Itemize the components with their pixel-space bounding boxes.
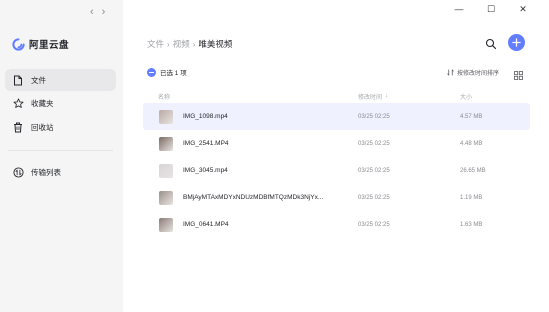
file-name-cell: IMG_1098.mp4	[143, 109, 358, 124]
breadcrumb-item-videos[interactable]: 视频	[173, 38, 190, 50]
file-name: BMjAyMTAxMDYxNDUzMDBfMTQzMDk3NjYx...	[183, 194, 324, 201]
maximize-button[interactable]: ☐	[475, 3, 507, 15]
search-icon	[485, 38, 497, 50]
minimize-button[interactable]: —	[443, 3, 475, 15]
back-arrow-icon[interactable]: ‹	[90, 6, 94, 18]
star-icon	[12, 98, 24, 110]
sidebar-nav: 文件 收藏夹 回收站 传输列表	[5, 69, 116, 185]
transfer-icon	[12, 166, 24, 178]
table-row[interactable]: IMG_1098.mp4 03/25 02:25 4.57 MB	[143, 103, 530, 130]
plus-icon	[512, 38, 521, 47]
breadcrumb-separator: ›	[192, 39, 196, 49]
app-name: 阿里云盘	[29, 40, 70, 51]
table-row[interactable]: IMG_0641.MP4 03/25 02:25 1.63 MB	[143, 211, 530, 238]
file-name: IMG_3045.mp4	[183, 167, 228, 174]
aliyun-drive-logo-icon	[12, 37, 25, 51]
file-name-cell: BMjAyMTAxMDYxNDUzMDBfMTQzMDk3NjYx...	[143, 190, 358, 205]
file-size: 26.65 MB	[460, 167, 486, 174]
window-controls: — ☐ ✕	[443, 3, 539, 15]
breadcrumb-separator: ›	[167, 39, 170, 49]
sort-control[interactable]: 按修改时间排序	[447, 68, 499, 77]
file-size: 1.63 MB	[460, 221, 483, 228]
modified-time: 03/25 02:25	[358, 113, 390, 120]
table-row[interactable]: IMG_3045.mp4 03/25 02:25 26.65 MB	[143, 157, 530, 184]
selection-info: 已选 1 项	[147, 67, 187, 77]
selection-count: 已选 1 项	[160, 70, 187, 77]
add-button[interactable]	[508, 34, 525, 51]
column-header-name[interactable]: 名称	[143, 92, 358, 101]
video-thumbnail	[159, 217, 173, 232]
sidebar-divider	[8, 150, 113, 151]
modified-time: 03/25 02:25	[358, 167, 390, 174]
file-icon	[12, 74, 24, 86]
video-thumbnail	[159, 163, 173, 178]
column-header-modified-label: 修改时间	[358, 94, 383, 101]
file-name-cell: IMG_3045.mp4	[143, 163, 358, 178]
app-logo: 阿里云盘	[12, 37, 69, 51]
sidebar: ‹ › 阿里云盘 文件 收藏夹 回收站 传输列表	[0, 0, 123, 312]
sidebar-item-label: 传输列表	[31, 167, 61, 177]
file-name-cell: IMG_0641.MP4	[143, 217, 358, 232]
table-body: IMG_1098.mp4 03/25 02:25 4.57 MB IMG_2541.M…	[143, 103, 530, 238]
sidebar-item-transfers[interactable]: 传输列表	[5, 161, 116, 183]
sort-down-icon: ↓	[385, 93, 389, 99]
sidebar-item-label: 回收站	[31, 122, 54, 132]
modified-time: 03/25 02:25	[358, 194, 390, 201]
sidebar-item-files[interactable]: 文件	[5, 69, 116, 91]
column-header-size[interactable]: 大小	[460, 92, 530, 101]
view-toggle-button[interactable]	[514, 67, 523, 80]
video-thumbnail	[159, 136, 173, 151]
sidebar-item-favorites[interactable]: 收藏夹	[5, 93, 116, 115]
deselect-all-icon[interactable]	[147, 67, 156, 77]
breadcrumb: 文件 › 视频 › 唯美视频	[147, 38, 232, 50]
sidebar-item-recycle-bin[interactable]: 回收站	[5, 116, 116, 138]
file-name-cell: IMG_2541.MP4	[143, 136, 358, 151]
history-nav: ‹ ›	[90, 6, 105, 18]
file-size: 4.48 MB	[460, 140, 483, 147]
forward-arrow-icon[interactable]: ›	[102, 6, 106, 18]
column-header-modified[interactable]: 修改时间 ↓	[358, 92, 460, 101]
video-thumbnail	[159, 190, 173, 205]
trash-icon	[12, 121, 24, 133]
breadcrumb-item-files[interactable]: 文件	[147, 38, 164, 50]
sidebar-item-label: 收藏夹	[31, 99, 54, 108]
grid-view-icon	[514, 71, 523, 80]
sidebar-item-label: 文件	[31, 75, 46, 85]
file-name: IMG_0641.MP4	[183, 221, 229, 228]
close-button[interactable]: ✕	[507, 3, 539, 15]
file-size: 4.57 MB	[460, 113, 483, 120]
table-row[interactable]: BMjAyMTAxMDYxNDUzMDBfMTQzMDk3NjYx... 03/2…	[143, 184, 530, 211]
search-button[interactable]	[485, 37, 497, 50]
video-thumbnail	[159, 109, 173, 124]
file-table: 名称 修改时间 ↓ 大小 IMG_1098.mp4 03/25 02:25 4.57…	[143, 89, 530, 238]
table-row[interactable]: IMG_2541.MP4 03/25 02:25 4.48 MB	[143, 130, 530, 157]
file-name: IMG_2541.MP4	[183, 140, 229, 147]
file-size: 1.19 MB	[460, 194, 483, 201]
modified-time: 03/25 02:25	[358, 221, 390, 228]
table-header: 名称 修改时间 ↓ 大小	[143, 89, 530, 103]
modified-time: 03/25 02:25	[358, 140, 390, 147]
breadcrumb-current: 唯美视频	[198, 39, 233, 49]
sort-icon	[447, 69, 454, 76]
file-name: IMG_1098.mp4	[183, 113, 228, 120]
sort-label: 按修改时间排序	[457, 71, 500, 77]
